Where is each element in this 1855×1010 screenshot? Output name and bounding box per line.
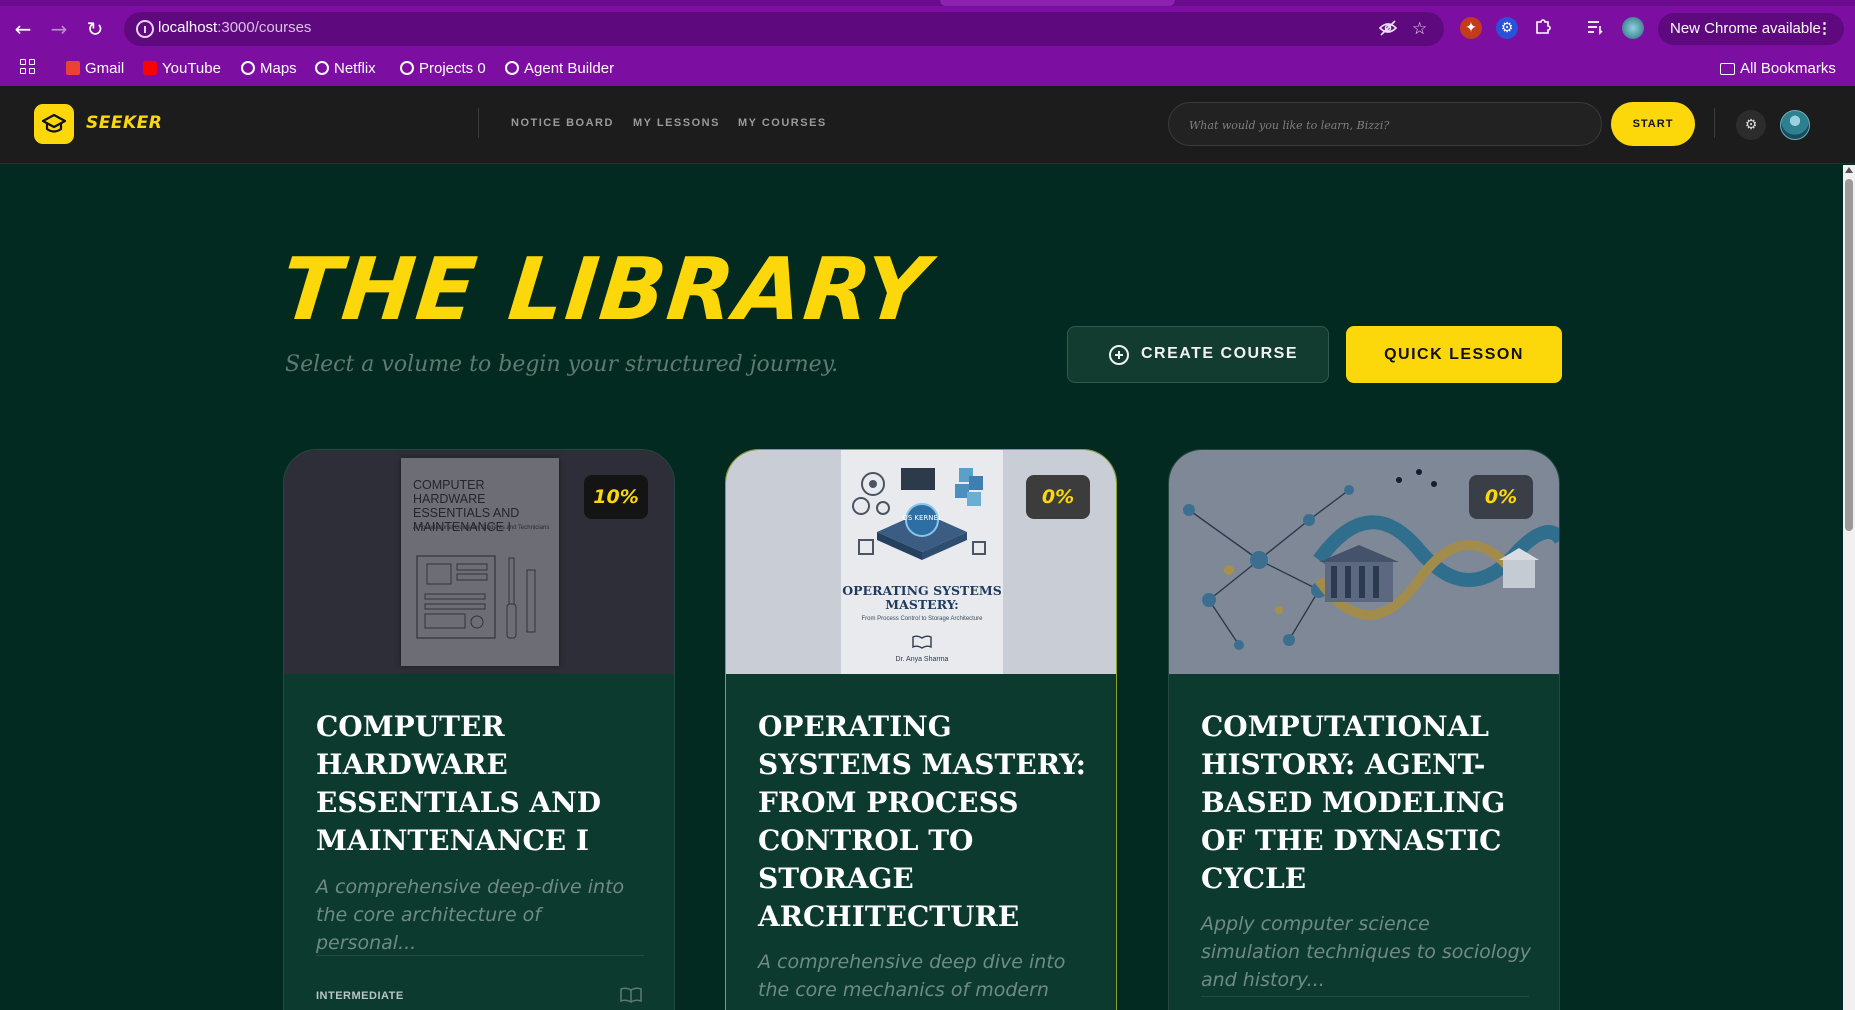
browser-frame: ← → ↻ localhost:3000/courses ☆ ✦ ⚙ New C… (0, 0, 1855, 86)
page-subtitle: Select a volume to begin your structured… (285, 352, 839, 377)
course-card[interactable]: OS KERNEL OPERATING SYSTEMS MASTERY: Fro… (725, 449, 1117, 1010)
course-title[interactable]: COMPUTER HARDWARE ESSENTIALS AND MAINTEN… (316, 708, 656, 860)
open-book-icon[interactable] (620, 987, 642, 1003)
start-button[interactable]: START (1611, 102, 1695, 146)
extension-gear-icon[interactable]: ⚙ (1496, 17, 1518, 39)
bookmark-label: Gmail (85, 60, 125, 77)
search-box[interactable] (1168, 102, 1602, 146)
library-page: THE LIBRARY Select a volume to begin you… (0, 165, 1843, 1010)
scroll-up-arrow-icon[interactable] (1845, 167, 1853, 173)
cover-subtitle: A Foundational Guide for Students and Te… (413, 525, 550, 531)
app-header: SEEKER NOTICE BOARD MY LESSONS MY COURSE… (0, 86, 1855, 164)
create-course-label: CREATE COURSE (1141, 345, 1298, 362)
cover-author: Dr. Anya Sharma (895, 656, 949, 663)
progress-badge: 0% (1469, 475, 1533, 519)
address-bar[interactable]: localhost:3000/courses ☆ (124, 12, 1444, 46)
bookmarks-bar: Gmail YouTube Maps Netflix Projects 0 Ag… (0, 52, 1855, 86)
brand-name[interactable]: SEEKER (86, 113, 162, 133)
page-title: THE LIBRARY (276, 240, 935, 340)
course-cover-image: 0% (1169, 450, 1559, 674)
forward-icon[interactable]: → (46, 16, 72, 42)
bookmark-agent-builder[interactable]: Agent Builder (505, 58, 614, 80)
course-description: Apply computer science simulation techni… (1201, 913, 1531, 991)
gmail-icon (66, 61, 80, 75)
update-label: New Chrome available (1670, 20, 1821, 37)
nav-notice-board[interactable]: NOTICE BOARD (511, 117, 614, 129)
scroll-thumb[interactable] (1845, 179, 1853, 531)
youtube-icon (143, 61, 157, 75)
course-title[interactable]: COMPUTATIONAL HISTORY: AGENT-BASED MODEL… (1201, 708, 1541, 898)
site-info-icon[interactable] (136, 20, 154, 38)
course-cover-image: COMPUTER HARDWARE ESSENTIALS AND MAINTEN… (284, 450, 674, 674)
course-description: A comprehensive deep dive into the core … (758, 951, 1066, 1010)
reload-icon[interactable]: ↻ (82, 16, 108, 42)
cover-subtitle: From Process Control to Storage Architec… (861, 616, 983, 622)
bookmark-label: YouTube (162, 60, 221, 77)
progress-badge: 10% (584, 475, 648, 519)
bookmark-projects[interactable]: Projects 0 (400, 58, 486, 80)
settings-gear-icon[interactable]: ⚙ (1736, 110, 1766, 140)
globe-icon (241, 61, 255, 75)
bookmark-label: Projects 0 (419, 60, 486, 77)
reading-list-icon[interactable] (1584, 17, 1606, 39)
all-bookmarks-label: All Bookmarks (1740, 60, 1836, 77)
course-card[interactable]: COMPUTER HARDWARE ESSENTIALS AND MAINTEN… (283, 449, 675, 1010)
globe-icon (505, 61, 519, 75)
book-logo-icon (912, 635, 932, 649)
folder-icon (1720, 63, 1735, 75)
url-host: localhost (158, 19, 218, 36)
browser-toolbar: ← → ↻ localhost:3000/courses ☆ ✦ ⚙ New C… (0, 6, 1855, 52)
nav-my-courses[interactable]: MY COURSES (738, 117, 827, 129)
header-divider (1714, 108, 1715, 138)
url-path: :3000/courses (217, 19, 312, 36)
bookmark-label: Netflix (334, 60, 376, 77)
course-cover-image: OS KERNEL OPERATING SYSTEMS MASTERY: Fro… (726, 450, 1116, 674)
url-text[interactable]: localhost:3000/courses (158, 19, 311, 36)
nav-my-lessons[interactable]: MY LESSONS (633, 117, 720, 129)
quick-lesson-button[interactable]: QUICK LESSON (1346, 326, 1562, 383)
search-input[interactable] (1189, 115, 1589, 135)
globe-icon (315, 61, 329, 75)
os-kernel-illustration: OS KERNEL (852, 468, 986, 560)
course-description: A comprehensive deep-dive into the core … (316, 876, 625, 954)
extensions-puzzle-icon[interactable] (1532, 17, 1554, 39)
extension-fox-icon[interactable]: ✦ (1460, 17, 1482, 39)
all-bookmarks[interactable]: All Bookmarks (1720, 58, 1836, 80)
course-card[interactable]: 0% COMPUTATIONAL HISTORY: AGENT-BASED MO… (1168, 449, 1560, 1010)
eye-off-icon[interactable] (1378, 18, 1398, 44)
more-menu-icon[interactable]: ⋮ (1817, 13, 1832, 45)
book-cover: OS KERNEL OPERATING SYSTEMS MASTERY: Fro… (841, 450, 1003, 674)
difficulty-level: INTERMEDIATE (316, 990, 404, 1002)
motherboard-illustration (416, 555, 536, 639)
card-divider (316, 955, 644, 956)
progress-badge: 0% (1026, 475, 1090, 519)
bookmark-netflix[interactable]: Netflix (315, 58, 376, 80)
bookmark-label: Maps (260, 60, 297, 77)
book-cover: COMPUTER HARDWARE ESSENTIALS AND MAINTEN… (401, 458, 559, 666)
bookmark-youtube[interactable]: YouTube (143, 58, 221, 80)
card-divider (1201, 996, 1529, 997)
plus-circle-icon (1109, 345, 1129, 365)
kernel-label: OS KERNEL (902, 514, 942, 522)
course-title[interactable]: OPERATING SYSTEMS MASTERY: FROM PROCESS … (758, 708, 1098, 936)
create-course-button[interactable]: CREATE COURSE (1067, 326, 1329, 383)
user-avatar[interactable] (1780, 110, 1810, 140)
bookmark-star-icon[interactable]: ☆ (1412, 18, 1427, 40)
cover-title: OPERATING SYSTEMS MASTERY: (842, 583, 1002, 612)
bookmark-gmail[interactable]: Gmail (66, 58, 124, 80)
header-divider (478, 108, 479, 138)
bookmark-maps[interactable]: Maps (241, 58, 297, 80)
graduation-cap-icon[interactable] (34, 104, 74, 144)
bookmark-label: Agent Builder (524, 60, 615, 77)
back-icon[interactable]: ← (10, 16, 36, 42)
page-scrollbar[interactable] (1843, 165, 1855, 1010)
profile-avatar-icon[interactable] (1622, 17, 1644, 39)
chrome-update-button[interactable]: New Chrome available ⋮ (1658, 13, 1844, 45)
globe-icon (400, 61, 414, 75)
